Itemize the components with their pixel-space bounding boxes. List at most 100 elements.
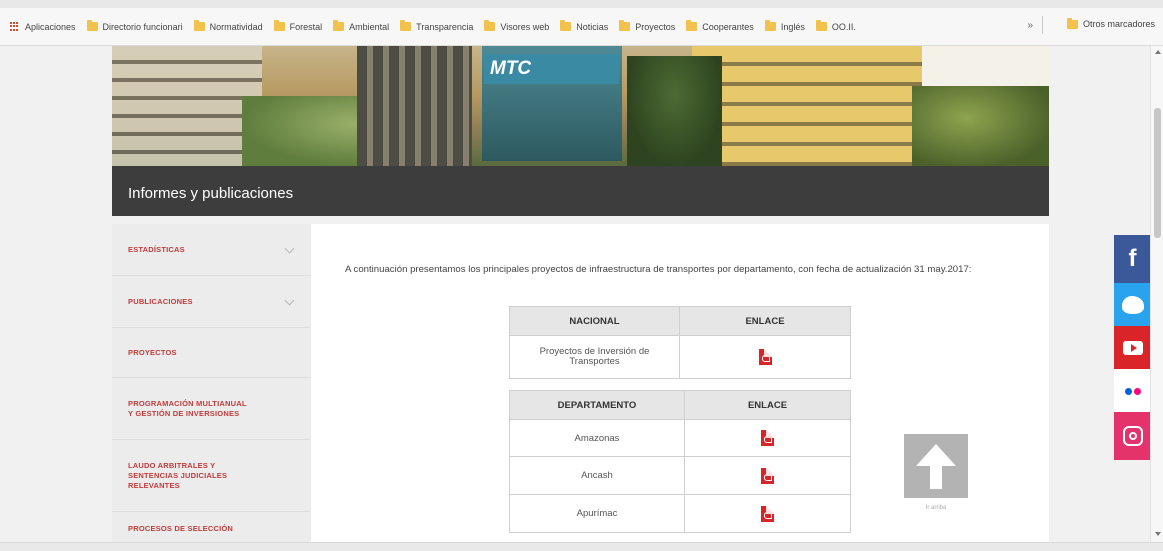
table-cell-link: [684, 494, 851, 533]
sidebar-item-publicaciones[interactable]: PUBLICACIONES: [112, 276, 311, 328]
bookmark-label: Ambiental: [349, 21, 390, 32]
pdf-icon[interactable]: [761, 505, 774, 522]
chevron-down-icon: [284, 295, 295, 306]
table-row: Amazonas: [509, 419, 851, 457]
bookmark-label: Cooperantes: [702, 21, 754, 32]
arrow-up-icon: [916, 444, 956, 466]
folder-icon: [193, 20, 205, 31]
back-to-top-label: Ir arriba: [925, 505, 947, 511]
sidebar-item-proyectos[interactable]: PROYECTOS: [112, 328, 311, 378]
table-cell-link: [684, 456, 851, 495]
bookmark-directorio[interactable]: Directorio funcionari: [86, 20, 183, 32]
sidebar-item-label: PROYECTOS: [128, 347, 177, 357]
instagram-camera-icon: [1122, 426, 1143, 446]
scroll-down-arrow-icon[interactable]: [1155, 532, 1161, 536]
bookmarks-overflow-button[interactable]: »: [1027, 20, 1033, 31]
folder-icon: [815, 20, 827, 31]
chevron-down-icon: [284, 243, 295, 254]
bookmark-forestal[interactable]: Forestal: [273, 20, 323, 32]
folder-icon: [560, 20, 572, 31]
sidebar-item-laudos[interactable]: LAUDO ARBITRALES Y SENTENCIAS JUDICIALES…: [112, 440, 311, 512]
instagram-button[interactable]: [1114, 412, 1151, 460]
departamento-table: DEPARTAMENTO ENLACE Amazonas Ancash Apur…: [509, 390, 851, 533]
bookmark-label: Inglés: [780, 21, 805, 32]
folder-icon: [86, 20, 98, 31]
table-row: Proyectos de Inversión de Transportes: [509, 335, 851, 379]
youtube-play-icon: [1122, 340, 1143, 355]
sidebar-item-procesos[interactable]: PROCESOS DE SELECCIÓN: [112, 512, 311, 546]
bookmark-label: Forestal: [289, 21, 323, 32]
folder-icon: [484, 20, 496, 31]
table-header: ENLACE: [684, 390, 851, 420]
facebook-button[interactable]: f: [1114, 235, 1151, 283]
table-header: DEPARTAMENTO: [509, 390, 685, 420]
mtc-logo: MTC: [484, 54, 619, 84]
bookmark-label: Aplicaciones: [25, 21, 76, 32]
sidebar-item-label: LAUDO ARBITRALES Y SENTENCIAS JUDICIALES…: [128, 460, 228, 490]
content-card: ESTADÍSTICAS PUBLICACIONES PROYECTOS PRO…: [112, 224, 1049, 546]
sidebar-item-estadisticas[interactable]: ESTADÍSTICAS: [112, 224, 311, 276]
twitter-button[interactable]: [1114, 283, 1151, 326]
flickr-icon: [1124, 382, 1142, 400]
page-viewport: MTC Informes y publicaciones ESTADÍSTICA…: [0, 46, 1150, 546]
table-cell-name: Amazonas: [509, 419, 685, 457]
sidebar-menu: ESTADÍSTICAS PUBLICACIONES PROYECTOS PRO…: [112, 224, 311, 546]
bookmark-ingles[interactable]: Inglés: [764, 20, 805, 32]
bookmark-label: Transparencia: [416, 21, 474, 32]
bookmark-other[interactable]: Otros marcadores: [1066, 17, 1155, 29]
bookmark-transparencia[interactable]: Transparencia: [400, 20, 474, 32]
table-header-row: NACIONAL ENLACE: [509, 306, 851, 336]
sidebar-item-label: ESTADÍSTICAS: [128, 244, 185, 254]
bookmark-proyectos[interactable]: Proyectos: [619, 20, 676, 32]
bookmark-label: Noticias: [576, 21, 609, 32]
sidebar-item-label: PROCESOS DE SELECCIÓN: [128, 524, 234, 533]
bookmark-normatividad[interactable]: Normatividad: [193, 20, 263, 32]
back-to-top-button[interactable]: [904, 434, 968, 498]
bookmark-label: Visores web: [500, 21, 550, 32]
nacional-table: NACIONAL ENLACE Proyectos de Inversión d…: [509, 306, 851, 379]
vertical-scrollbar[interactable]: [1150, 46, 1163, 542]
intro-text: A continuación presentamos los principal…: [345, 264, 972, 275]
table-cell-name: Apurímac: [509, 494, 685, 533]
pdf-icon[interactable]: [761, 467, 774, 484]
facebook-icon: f: [1128, 245, 1137, 272]
bookmark-apps[interactable]: Aplicaciones: [10, 21, 76, 32]
flickr-button[interactable]: [1114, 369, 1151, 412]
table-cell-link: [684, 419, 851, 457]
bookmark-label: Otros marcadores: [1082, 19, 1155, 29]
bookmark-ambiental[interactable]: Ambiental: [333, 20, 390, 32]
bookmark-noticias[interactable]: Noticias: [560, 20, 609, 32]
folder-icon: [273, 20, 285, 31]
bookmark-label: Directorio funcionari: [102, 21, 183, 32]
browser-top-strip: [0, 0, 1163, 8]
browser-bottom-bar: [0, 542, 1163, 551]
table-row: Ancash: [509, 456, 851, 495]
folder-icon: [619, 20, 631, 31]
table-cell-link: [679, 335, 851, 379]
bookmarks-divider: [1042, 16, 1043, 34]
bookmarks-bar: Aplicaciones Directorio funcionari Norma…: [0, 8, 1163, 46]
table-cell-name: Proyectos de Inversión de Transportes: [509, 335, 680, 379]
table-header-row: DEPARTAMENTO ENLACE: [509, 390, 851, 420]
sidebar-item-label: PROGRAMACIÓN MULTIANUAL Y GESTIÓN DE INV…: [128, 398, 247, 418]
bookmark-visores-web[interactable]: Visores web: [484, 20, 550, 32]
twitter-bird-icon: [1121, 295, 1144, 314]
pdf-icon[interactable]: [761, 430, 774, 446]
folder-icon: [686, 20, 698, 31]
scrollbar-thumb[interactable]: [1154, 108, 1161, 238]
sidebar-item-programacion[interactable]: PROGRAMACIÓN MULTIANUAL Y GESTIÓN DE INV…: [112, 378, 311, 440]
youtube-button[interactable]: [1114, 326, 1151, 369]
pdf-icon[interactable]: [758, 349, 772, 365]
bookmark-ooii[interactable]: OO.II.: [815, 20, 856, 32]
table-cell-name: Ancash: [509, 456, 685, 495]
bookmark-label: Normatividad: [209, 21, 263, 32]
scroll-up-arrow-icon[interactable]: [1155, 50, 1161, 54]
folder-icon: [764, 20, 776, 31]
bookmark-label: Proyectos: [635, 21, 676, 32]
apps-grid-icon: [10, 21, 20, 32]
folder-icon: [1066, 17, 1078, 29]
bookmark-label: OO.II.: [831, 21, 856, 32]
header-banner-image: MTC: [112, 46, 1049, 166]
bookmark-cooperantes[interactable]: Cooperantes: [686, 20, 754, 32]
folder-icon: [333, 20, 345, 31]
